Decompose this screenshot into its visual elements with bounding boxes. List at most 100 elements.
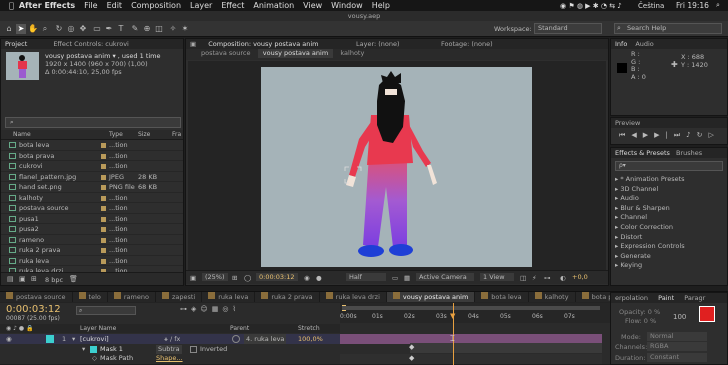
ram-preview-icon[interactable]: ▷ xyxy=(709,131,720,139)
header-name[interactable]: Name xyxy=(13,130,31,140)
project-item[interactable]: ruka leva ...tion xyxy=(1,256,183,266)
exposure-value[interactable]: +0,0 xyxy=(572,273,588,281)
menu-composition[interactable]: Composition xyxy=(131,1,181,10)
tab-effects-presets[interactable]: Effects & Presets xyxy=(615,149,670,157)
bit-depth-button[interactable]: 8 bpc xyxy=(45,276,63,284)
next-frame-icon[interactable]: ▶| xyxy=(654,131,674,139)
effect-category[interactable]: ▸ Keying xyxy=(615,261,685,271)
effect-category[interactable]: ▸ 3D Channel xyxy=(615,185,685,195)
pan-behind-tool-icon[interactable]: ✥ xyxy=(78,24,88,34)
color-channel-icon[interactable]: ● xyxy=(316,274,322,282)
last-frame-icon[interactable]: ⏭ xyxy=(674,131,686,139)
tab-project[interactable]: Project xyxy=(5,40,27,48)
mask-name[interactable]: Mask 1 xyxy=(100,345,123,354)
label-color[interactable] xyxy=(101,237,106,243)
paint-flow[interactable]: Flow: 0 % xyxy=(625,317,656,325)
hand-tool-icon[interactable]: ✋ xyxy=(28,24,38,34)
paint-channels-select[interactable]: RGBA xyxy=(647,342,707,351)
roi-icon[interactable]: ▭ xyxy=(392,274,398,282)
timeline-tab[interactable]: zapesti xyxy=(155,292,203,302)
home-icon[interactable]: ⌂ xyxy=(4,24,14,34)
project-item[interactable]: cukrovi ...tion xyxy=(1,161,183,172)
new-comp-icon[interactable]: ⊞ xyxy=(31,275,37,283)
label-color[interactable] xyxy=(101,164,106,169)
project-item[interactable]: rameno ...tion xyxy=(1,235,183,245)
project-item[interactable]: hand set.png PNG file 68 KB xyxy=(1,182,183,193)
view-layout-select[interactable]: 1 View xyxy=(480,273,514,281)
graph-editor-icon[interactable]: ⌇ xyxy=(232,305,239,313)
play-icon[interactable]: ▶ xyxy=(643,131,654,139)
mask-path-value[interactable]: Shape... xyxy=(156,354,183,363)
prev-frame-icon[interactable]: ◀ xyxy=(631,131,642,139)
timeline-tab[interactable]: postava source xyxy=(0,292,73,302)
project-item[interactable]: ruka 2 prava ...tion xyxy=(1,245,183,256)
timeline-tab[interactable]: ruka leva drzi xyxy=(319,292,387,302)
timeline-tab[interactable]: kalhoty xyxy=(528,292,576,302)
layer-name[interactable]: [cukrovi] xyxy=(80,334,109,344)
project-item[interactable]: postava source ...tion xyxy=(1,203,183,214)
timeline-tab[interactable]: bota prava xyxy=(575,292,610,302)
project-item[interactable]: bota prava ...tion xyxy=(1,151,183,161)
project-item[interactable]: kalhoty ...tion xyxy=(1,193,183,203)
label-color[interactable] xyxy=(101,227,106,232)
camera-select[interactable]: Active Camera xyxy=(416,273,474,281)
timeline-tab[interactable]: rameno xyxy=(107,292,156,302)
subtab-kalhoty[interactable]: kalhoty xyxy=(335,49,369,58)
menu-window[interactable]: Window xyxy=(331,1,363,10)
paint-opacity-value[interactable]: 100 xyxy=(673,313,686,321)
shy-icon[interactable]: ☺ xyxy=(200,305,211,313)
comp-canvas[interactable] xyxy=(261,67,532,267)
menu-view[interactable]: View xyxy=(303,1,322,10)
label-color[interactable] xyxy=(101,185,106,190)
timeline-tab[interactable]: ruka 2 prava xyxy=(255,292,320,302)
resolution-select[interactable]: Half xyxy=(346,273,386,281)
menu-app[interactable]: After Effects xyxy=(19,1,75,10)
roto-tool-icon[interactable]: ✧ xyxy=(168,24,178,34)
project-item[interactable]: bota leva ...tion xyxy=(1,140,183,151)
menu-file[interactable]: File xyxy=(84,1,97,10)
menu-effect[interactable]: Effect xyxy=(221,1,244,10)
fast-preview-icon[interactable]: ⚡ xyxy=(532,274,537,282)
trash-icon[interactable]: 🗑 xyxy=(69,275,78,283)
effect-category[interactable]: ▸ * Animation Presets xyxy=(615,175,685,185)
tab-footage[interactable]: Footage: (none) xyxy=(441,39,493,49)
effect-category[interactable]: ▸ Audio xyxy=(615,194,685,204)
timeline-search-input[interactable]: ⌕ xyxy=(76,306,136,315)
snapshot-icon[interactable]: ◉ xyxy=(304,274,310,282)
motion-blur-icon[interactable]: ◎ xyxy=(222,305,232,313)
effect-category[interactable]: ▸ Distort xyxy=(615,233,685,243)
lock-icon[interactable]: ▣ xyxy=(190,40,196,48)
tab-effect-controls[interactable]: Effect Controls: cukrovi xyxy=(53,40,129,48)
effect-category[interactable]: ▸ Generate xyxy=(615,252,685,262)
keyframe-icon[interactable]: ◆ xyxy=(409,354,414,362)
tab-paragraph[interactable]: Paragr xyxy=(684,294,705,302)
mask-color[interactable] xyxy=(90,346,97,353)
project-item[interactable]: flanel_pattern.jpg JPEG 28 KB xyxy=(1,172,183,182)
paint-duration-select[interactable]: Constant xyxy=(647,353,707,362)
first-frame-icon[interactable]: ⏮ xyxy=(619,131,631,139)
rectangle-tool-icon[interactable]: ▭ xyxy=(92,24,102,34)
keyframe-nav-icon[interactable]: ◇ xyxy=(92,354,97,363)
timeline-timecode[interactable]: 0:00:03:12 xyxy=(6,304,61,315)
menu-edit[interactable]: Edit xyxy=(107,1,123,10)
label-color[interactable] xyxy=(101,258,106,264)
grid-icon[interactable]: ⊞ xyxy=(232,274,237,282)
pen-tool-icon[interactable]: ✒ xyxy=(104,24,114,34)
workspace-select[interactable]: Standard xyxy=(534,23,602,34)
label-color[interactable] xyxy=(101,248,106,253)
new-folder-icon[interactable]: ▣ xyxy=(19,275,26,283)
eraser-tool-icon[interactable]: ◫ xyxy=(154,24,164,34)
input-language[interactable]: Čeština xyxy=(638,2,664,10)
tab-audio[interactable]: Audio xyxy=(635,40,653,48)
header-parent[interactable]: Parent xyxy=(230,324,249,333)
subtab-postava-source[interactable]: postava source xyxy=(196,49,256,58)
menu-help[interactable]: Help xyxy=(372,1,390,10)
label-color[interactable] xyxy=(101,216,106,222)
clone-tool-icon[interactable]: ⊕ xyxy=(142,24,152,34)
text-tool-icon[interactable]: T xyxy=(116,24,126,34)
zoom-tool-icon[interactable]: ⌕ xyxy=(40,24,50,34)
effect-category[interactable]: ▸ Color Correction xyxy=(615,223,685,233)
frame-blending-icon[interactable]: ▦ xyxy=(212,305,223,313)
header-size[interactable]: Size xyxy=(138,130,150,140)
header-layer-name[interactable]: Layer Name xyxy=(80,324,116,333)
